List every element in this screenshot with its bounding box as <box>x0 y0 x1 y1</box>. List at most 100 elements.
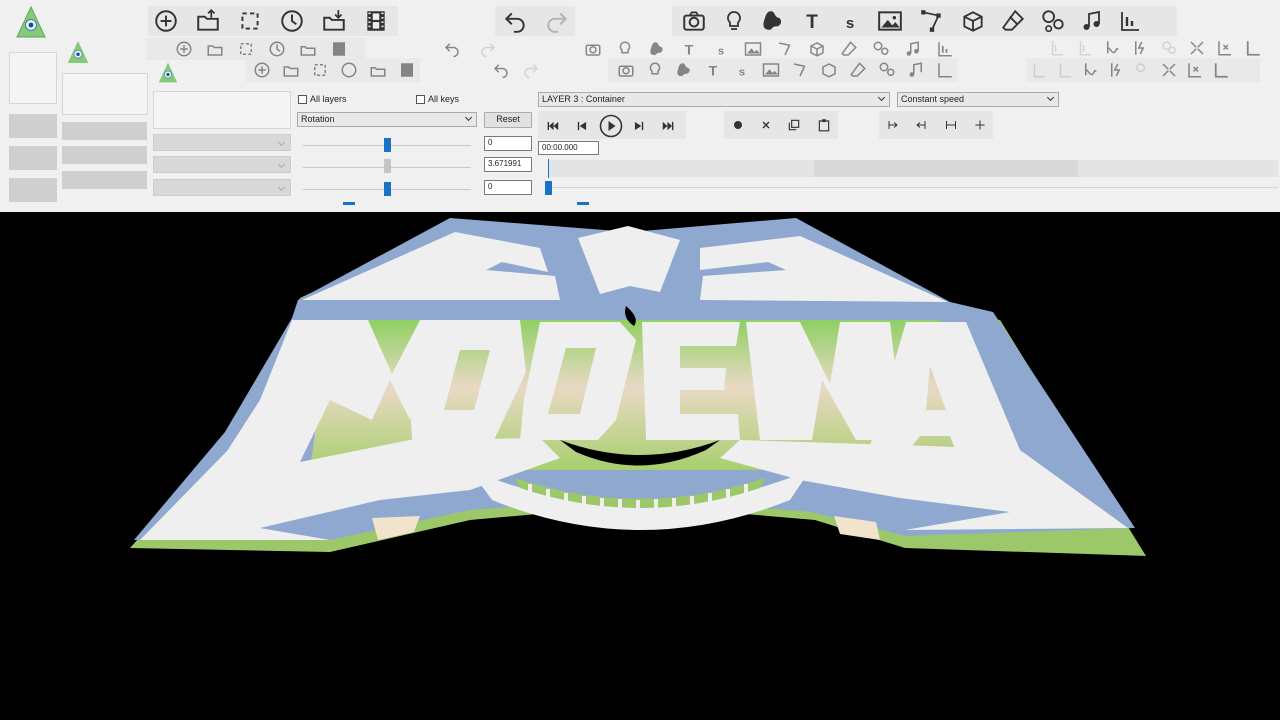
align-icon <box>935 61 955 79</box>
blob-icon[interactable] <box>760 8 786 34</box>
music-icon[interactable] <box>1080 8 1104 34</box>
remove-icon[interactable] <box>1216 39 1234 57</box>
particles-icon[interactable] <box>1040 8 1066 34</box>
play-icon[interactable] <box>598 113 624 139</box>
spread-icon[interactable] <box>941 117 961 133</box>
eraser-icon <box>848 61 868 79</box>
slider-thumb[interactable] <box>384 138 391 152</box>
text-icon[interactable]: T <box>800 8 824 34</box>
group-icon[interactable] <box>1160 39 1178 57</box>
s-text-icon[interactable]: s <box>838 8 862 34</box>
ghost-button <box>62 122 147 140</box>
file-toolbar <box>152 8 390 34</box>
step-forward-icon[interactable] <box>629 116 649 136</box>
path-icon <box>774 40 796 58</box>
app-logo-icon <box>16 6 46 38</box>
open-icon <box>281 61 301 79</box>
camera-icon <box>582 40 604 58</box>
path-icon <box>790 61 810 79</box>
all-keys-checkbox[interactable]: All keys <box>416 94 459 104</box>
collapse-icon[interactable] <box>1188 39 1206 57</box>
particles-icon <box>877 61 897 79</box>
svg-text:T: T <box>685 42 694 58</box>
speed-select[interactable]: Constant speed <box>897 92 1059 107</box>
collapse-icon <box>1160 61 1178 79</box>
center-icon[interactable] <box>970 117 990 133</box>
undo-icon <box>442 40 462 58</box>
skip-start-icon[interactable] <box>543 116 563 136</box>
camera-icon[interactable] <box>680 8 708 34</box>
redo-icon <box>522 61 540 79</box>
import-icon[interactable] <box>320 8 348 34</box>
align-right-icon[interactable] <box>912 117 930 133</box>
ghost-button <box>9 178 57 202</box>
insert-toolbar: T s <box>680 8 1142 34</box>
image-icon[interactable] <box>876 8 904 34</box>
app-logo-icon <box>158 62 178 83</box>
cube-icon[interactable] <box>960 8 986 34</box>
ghost-button <box>9 114 57 138</box>
path-icon[interactable] <box>918 8 946 34</box>
playhead-line[interactable] <box>548 159 549 178</box>
open-icon[interactable] <box>194 8 222 34</box>
music-icon <box>906 61 926 79</box>
value-field-mid[interactable]: 3.671991 <box>484 157 532 172</box>
add-icon <box>252 61 272 79</box>
align-left-icon[interactable] <box>884 117 902 133</box>
layer-select[interactable]: LAYER 3 : Container <box>538 92 890 107</box>
preview-box <box>62 73 148 115</box>
cube-icon <box>819 61 839 79</box>
reset-button[interactable]: Reset <box>484 112 532 128</box>
arrange-toolbar-echo <box>1030 61 1230 79</box>
link-icon <box>1082 61 1100 79</box>
playhead-thumb[interactable] <box>545 181 552 195</box>
svg-text:s: s <box>718 45 724 57</box>
clock-icon[interactable] <box>278 8 306 34</box>
lightbulb-icon[interactable] <box>722 8 746 34</box>
paste-key-icon[interactable] <box>816 116 832 134</box>
slider-thumb[interactable] <box>384 159 391 173</box>
anchor-icon[interactable] <box>1048 39 1066 57</box>
render-canvas[interactable] <box>0 212 1280 720</box>
link-icon[interactable] <box>1104 39 1122 57</box>
ghost-button <box>9 146 57 170</box>
history-toolbar-echo <box>492 61 540 79</box>
s-text-icon: s <box>732 61 752 79</box>
svg-text:s: s <box>739 66 745 78</box>
delete-key-icon[interactable] <box>758 117 774 133</box>
add-icon[interactable] <box>152 8 180 34</box>
checkbox-box[interactable] <box>416 94 425 104</box>
all-layers-checkbox[interactable]: All layers <box>298 94 347 104</box>
eraser-icon <box>838 40 860 58</box>
value-field-top[interactable]: 0 <box>484 136 532 151</box>
history-toolbar-echo <box>442 40 498 58</box>
timeline-range[interactable] <box>814 160 1078 177</box>
time-field[interactable]: 00:00.000 <box>538 141 599 155</box>
bolt-icon <box>1108 61 1126 79</box>
skip-end-icon[interactable] <box>658 116 678 136</box>
eraser-icon[interactable] <box>1000 8 1026 34</box>
anchor-alt-icon[interactable] <box>1076 39 1094 57</box>
lightbulb-icon <box>614 40 636 58</box>
align-icon[interactable] <box>1118 8 1142 34</box>
copy-key-icon[interactable] <box>786 117 802 133</box>
text-icon: T <box>703 61 723 79</box>
image-icon <box>761 61 781 79</box>
value-field-bottom[interactable]: 0 <box>484 180 532 195</box>
step-back-icon[interactable] <box>572 116 592 136</box>
checkbox-box[interactable] <box>298 94 307 104</box>
record-icon[interactable] <box>730 117 746 133</box>
crop-icon <box>236 40 256 58</box>
align-bottom-icon <box>1212 61 1230 79</box>
crop-icon[interactable] <box>236 8 264 34</box>
align-bottom-icon[interactable] <box>1244 39 1262 57</box>
redo-icon[interactable] <box>544 8 570 34</box>
undo-icon[interactable] <box>502 8 528 34</box>
film-icon[interactable] <box>362 8 390 34</box>
bolt-icon[interactable] <box>1132 39 1150 57</box>
timeline-track[interactable] <box>549 187 1278 188</box>
property-select[interactable]: Rotation <box>297 112 477 127</box>
ghost-dropdown <box>153 134 291 151</box>
cube-icon <box>806 40 828 58</box>
slider-thumb[interactable] <box>384 182 391 196</box>
